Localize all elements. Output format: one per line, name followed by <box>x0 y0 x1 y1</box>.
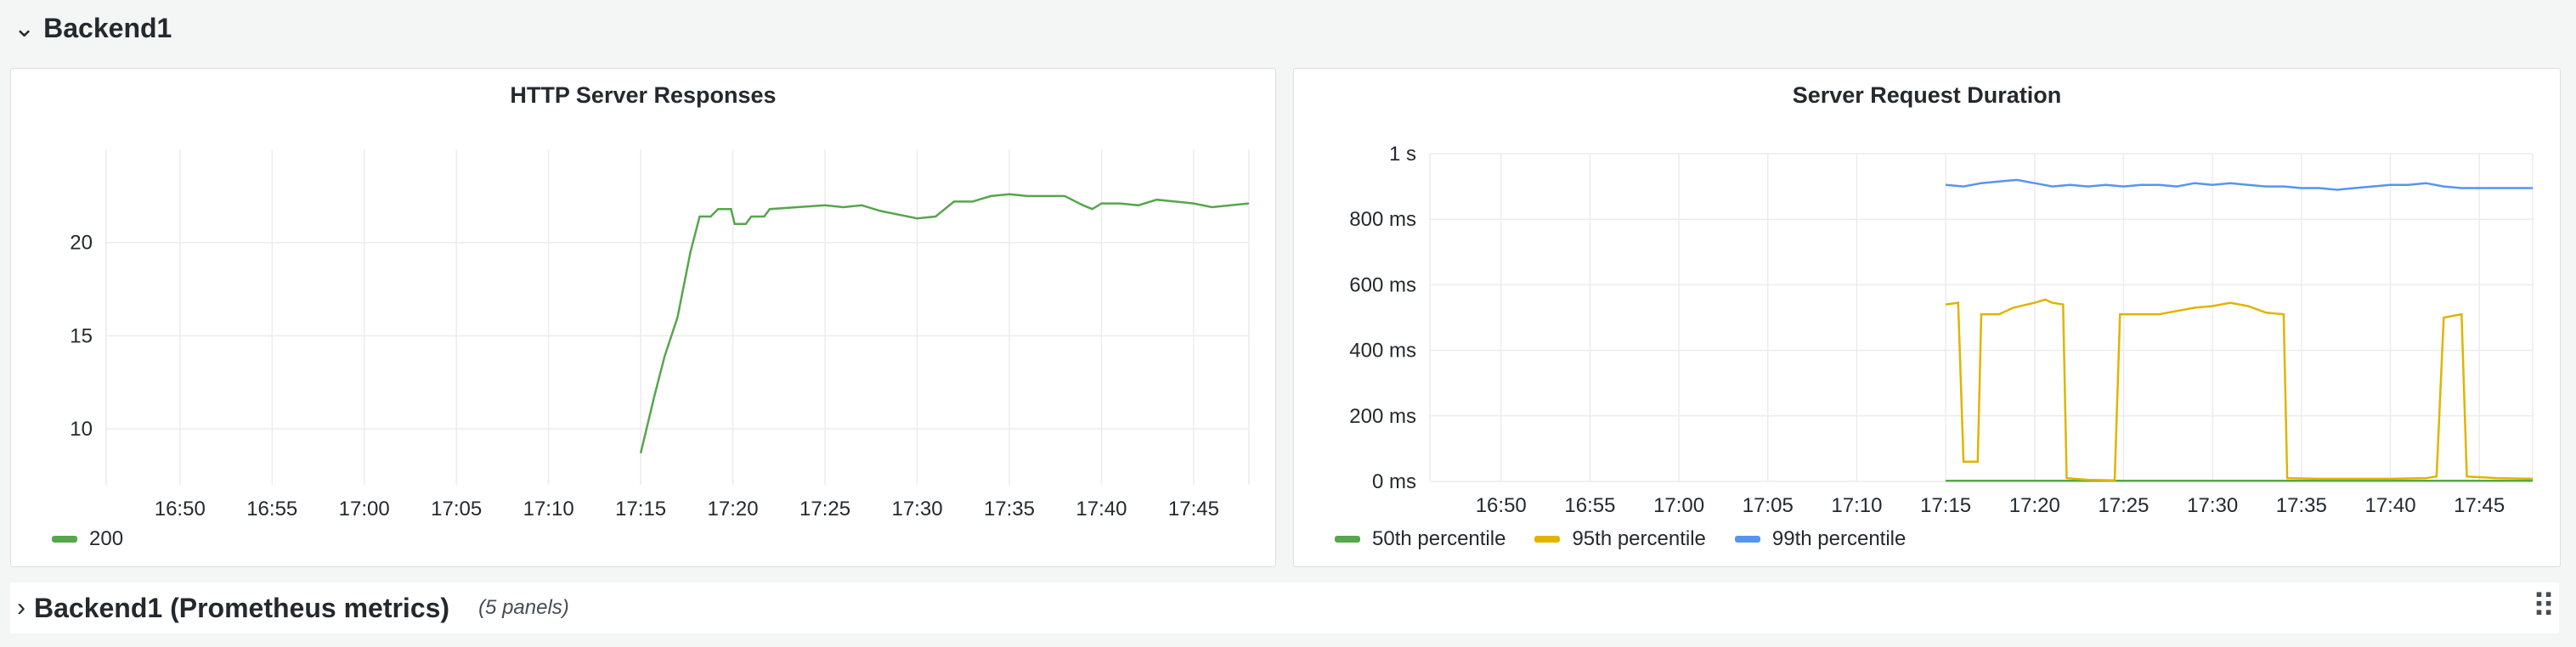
legend-label[interactable]: 50th percentile <box>1372 527 1505 551</box>
x-tick-label: 17:45 <box>2454 494 2505 517</box>
http-responses-chart[interactable]: 16:50 16:55 17:00 17:05 17:10 17:15 17:20 17:25… <box>11 69 1277 568</box>
x-tick-label: 16:55 <box>1564 494 1615 517</box>
series-line-99th-percentile[interactable] <box>1945 178 2533 191</box>
row-header-prometheus-metrics[interactable]: › Backend1 (Prometheus metrics) (5 panel… <box>10 582 2559 633</box>
row-header-backend1[interactable]: ⌄ Backend1 <box>0 0 2576 56</box>
y-tick-label: 600 ms <box>1349 273 1416 296</box>
x-tick-label: 17:25 <box>2098 494 2149 517</box>
x-tick-label: 17:00 <box>339 498 390 520</box>
x-tick-label: 17:35 <box>984 498 1035 520</box>
x-tick-label: 16:50 <box>155 498 206 520</box>
legend-label[interactable]: 99th percentile <box>1772 527 1906 551</box>
panel-http-server-responses[interactable]: HTTP Server Responses 16:50 16:55 17:00 17:… <box>10 68 1276 567</box>
chart-legend: 50th percentile 95th percentile 99th perce… <box>1335 527 1906 551</box>
row-title[interactable]: Backend1 <box>43 13 172 44</box>
legend-swatch <box>1335 536 1360 543</box>
y-tick-label: 1 s <box>1389 143 1416 166</box>
x-tick-label: 17:40 <box>2364 494 2415 517</box>
x-tick-label: 17:20 <box>708 498 759 520</box>
legend-swatch <box>1534 536 1561 543</box>
y-tick-label: 0 ms <box>1372 470 1416 493</box>
row-title[interactable]: Backend1 (Prometheus metrics) <box>34 593 449 624</box>
y-tick-label: 800 ms <box>1349 208 1416 231</box>
request-duration-chart[interactable]: 16:50 16:55 17:00 17:05 17:10 17:15 17:20 17:25… <box>1294 69 2562 568</box>
legend-swatch <box>1734 536 1760 543</box>
series-line-95th-percentile[interactable] <box>1945 298 2534 482</box>
chart-legend: 200 <box>52 527 123 551</box>
y-tick-label: 200 ms <box>1349 405 1416 428</box>
x-tick-label: 17:15 <box>615 498 666 520</box>
legend-item[interactable]: 200 <box>52 527 123 551</box>
x-tick-label: 17:15 <box>1920 494 1971 517</box>
x-tick-label: 17:00 <box>1653 494 1704 517</box>
chevron-down-icon[interactable]: ⌄ <box>14 14 35 43</box>
y-tick-label: 400 ms <box>1349 340 1416 363</box>
legend-item[interactable]: 99th percentile <box>1734 527 1906 551</box>
x-tick-label: 17:05 <box>431 498 482 520</box>
y-tick-label: 20 <box>70 232 93 255</box>
x-tick-label: 17:35 <box>2276 494 2327 517</box>
legend-item[interactable]: 95th percentile <box>1534 527 1706 551</box>
x-tick-label: 17:10 <box>1831 494 1882 517</box>
x-tick-label: 17:20 <box>2009 494 2060 517</box>
x-tick-label: 17:30 <box>2187 494 2238 517</box>
x-tick-label: 17:10 <box>523 498 574 520</box>
x-tick-label: 17:30 <box>891 498 942 520</box>
legend-swatch <box>52 536 77 543</box>
y-tick-label: 15 <box>70 324 93 347</box>
series-line-200[interactable] <box>639 193 1250 453</box>
y-tick-label: 10 <box>70 418 93 441</box>
x-tick-label: 17:25 <box>799 498 850 520</box>
x-tick-label: 17:40 <box>1076 498 1127 520</box>
legend-label[interactable]: 200 <box>89 527 123 551</box>
x-tick-label: 17:45 <box>1168 498 1219 520</box>
x-tick-label: 17:05 <box>1743 494 1794 517</box>
panel-server-request-duration[interactable]: Server Request Duration 16:50 16:55 17:00 1… <box>1293 68 2561 567</box>
legend-item[interactable]: 50th percentile <box>1335 527 1505 551</box>
panel-count: (5 panels) <box>478 596 569 619</box>
x-tick-label: 16:50 <box>1476 494 1527 517</box>
drag-handle-icon[interactable]: ⠿ <box>2532 591 2556 623</box>
chevron-right-icon[interactable]: › <box>17 594 25 622</box>
x-tick-label: 16:55 <box>246 498 297 520</box>
legend-label[interactable]: 95th percentile <box>1572 527 1705 551</box>
